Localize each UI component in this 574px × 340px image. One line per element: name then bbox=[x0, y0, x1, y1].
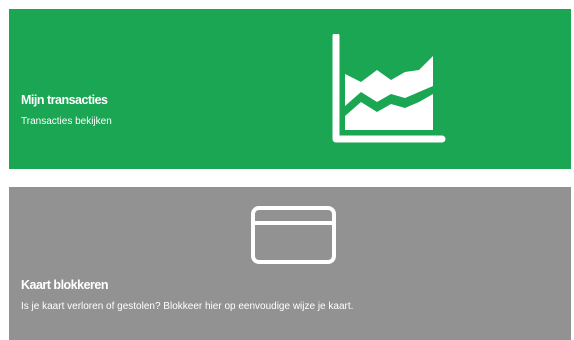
line-chart-icon bbox=[332, 34, 446, 143]
block-card-tile[interactable]: Kaart blokkeren Is je kaart verloren of … bbox=[9, 187, 571, 340]
tile-description: Transacties bekijken bbox=[21, 116, 112, 127]
tile-description: Is je kaart verloren of gestolen? Blokke… bbox=[21, 301, 354, 312]
tile-title: Mijn transacties bbox=[21, 93, 108, 107]
my-transactions-tile[interactable]: Mijn transacties Transacties bekijken bbox=[9, 9, 571, 169]
credit-card-icon bbox=[251, 206, 336, 264]
tile-title: Kaart blokkeren bbox=[21, 278, 108, 292]
